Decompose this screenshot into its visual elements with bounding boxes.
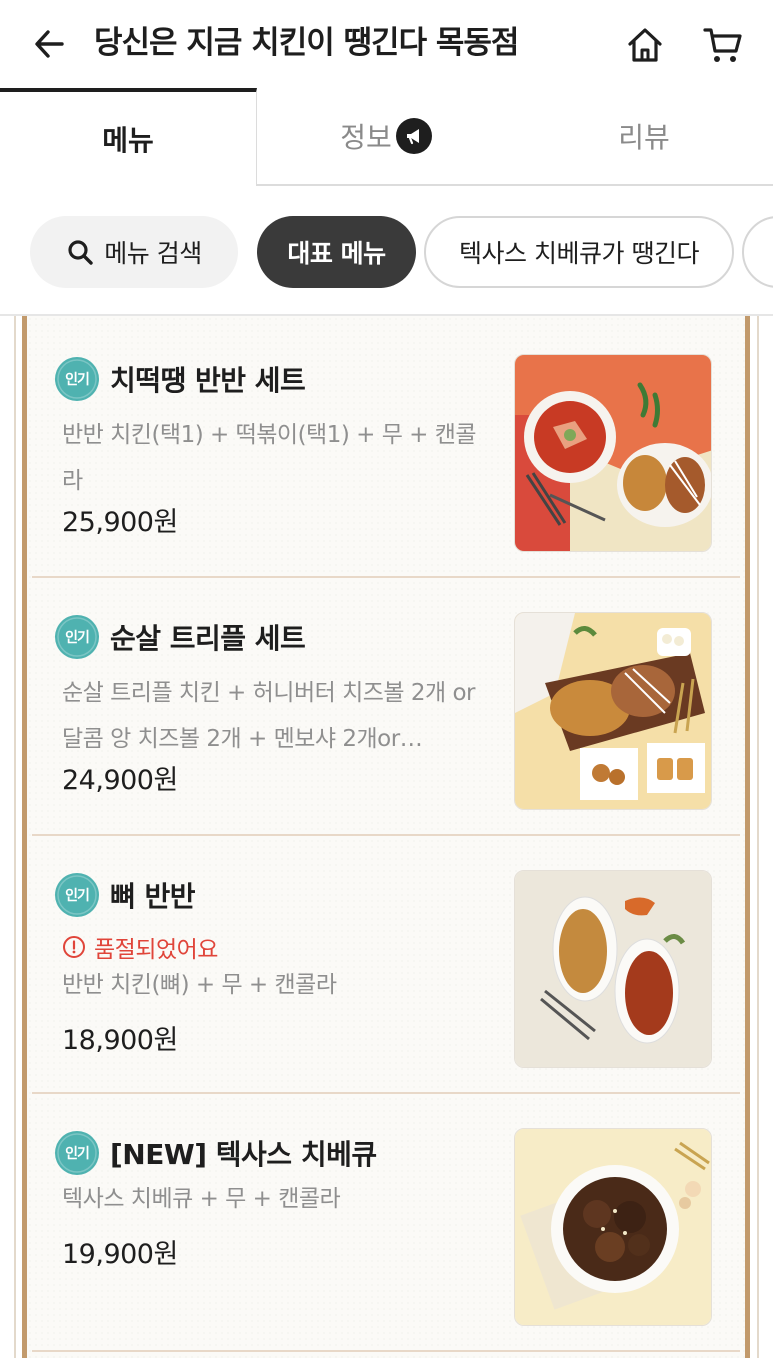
menu-item[interactable]: 인기 뼈 반반 품절되었어요 반반 치킨(뼈) + 무 + 캔콜라 18,900…: [32, 836, 740, 1094]
menu-item[interactable]: 인기 [NEW] 텍사스 치베큐 텍사스 치베큐 + 무 + 캔콜라 19,90…: [32, 1094, 740, 1352]
cart-button[interactable]: [700, 22, 746, 68]
popular-badge-label: 인기: [65, 888, 90, 904]
popular-badge: 인기: [54, 356, 100, 402]
tab-info-label: 정보: [340, 121, 392, 154]
item-price: 19,900원: [62, 1239, 178, 1270]
item-name: [NEW] 텍사스 치베큐: [110, 1138, 377, 1171]
app-header: 당신은 지금 치킨이 땡긴다 목동점: [0, 0, 773, 88]
soldout-label: 품절되었어요: [94, 937, 218, 963]
chip-texas-category[interactable]: 텍사스 치베큐가 땡긴다: [424, 216, 734, 288]
boneless-triple-set-photo: [514, 612, 712, 810]
item-price: 24,900원: [62, 765, 178, 796]
alert-circle-icon: [63, 936, 85, 958]
board-outer-line: [14, 316, 16, 1358]
tab-menu-label: 메뉴: [102, 124, 154, 157]
item-name-row: 인기 [NEW] 텍사스 치베큐: [54, 1130, 377, 1176]
popular-badge: 인기: [54, 614, 100, 660]
chip-representative-label: 대표 메뉴: [287, 239, 386, 268]
category-chip-bar: 메뉴 검색 대표 메뉴 텍사스 치베큐가 땡긴다: [0, 186, 773, 316]
soldout-notice: 품절되었어요: [62, 930, 218, 964]
board-outer-line: [757, 316, 759, 1358]
chicken-tteokbokki-set-photo: [514, 354, 712, 552]
arrow-left-icon: [35, 30, 64, 58]
item-name: 치떡땡 반반 세트: [110, 364, 306, 397]
megaphone-icon: [395, 118, 432, 154]
item-description: 반반 치킨(뼈) + 무 + 캔콜라: [62, 972, 337, 998]
store-title: 당신은 지금 치킨이 땡긴다 목동점: [94, 25, 519, 61]
item-description: 순살 트리플 치킨 + 허니버터 치즈볼 2개 or달콤 앙 치즈볼 2개 + …: [62, 680, 476, 752]
back-button[interactable]: [28, 22, 72, 66]
popular-badge-label: 인기: [65, 630, 90, 646]
popular-badge: 인기: [54, 1130, 100, 1176]
tab-bar: 메뉴 정보 리뷰: [0, 88, 773, 186]
cart-icon: [703, 28, 742, 62]
item-name: 순살 트리플 세트: [110, 622, 306, 655]
tab-menu[interactable]: 메뉴: [0, 88, 257, 186]
search-icon: [68, 240, 93, 265]
menu-search-chip[interactable]: 메뉴 검색: [30, 216, 238, 288]
item-price: 18,900원: [62, 1025, 178, 1056]
tab-info[interactable]: 정보: [257, 88, 515, 186]
popular-badge-label: 인기: [65, 372, 90, 388]
chip-representative-menu[interactable]: 대표 메뉴: [257, 216, 416, 288]
popular-badge-label: 인기: [65, 1146, 90, 1162]
menu-item-partial: [32, 1352, 740, 1358]
item-description: 반반 치킨(택1) + 떡볶이(택1) + 무 + 캔콜라: [62, 422, 477, 494]
home-icon: [628, 28, 662, 62]
chip-texas-label: 텍사스 치베큐가 땡긴다: [459, 239, 699, 268]
menu-item[interactable]: 인기 치떡땡 반반 세트 반반 치킨(택1) + 떡볶이(택1) + 무 + 캔…: [32, 320, 740, 578]
menu-item[interactable]: 인기 순살 트리플 세트 순살 트리플 치킨 + 허니버터 치즈볼 2개 or달…: [32, 578, 740, 836]
bone-half-half-photo: [514, 870, 712, 1068]
item-name-row: 인기 뼈 반반: [54, 872, 196, 918]
tab-review-label: 리뷰: [618, 121, 670, 154]
popular-badge: 인기: [54, 872, 100, 918]
texas-chibbq-photo: [514, 1128, 712, 1326]
item-description: 텍사스 치베큐 + 무 + 캔콜라: [62, 1186, 341, 1212]
item-name-row: 인기 순살 트리플 세트: [54, 614, 306, 660]
menu-search-label: 메뉴 검색: [104, 239, 202, 268]
item-name-row: 인기 치떡땡 반반 세트: [54, 356, 306, 402]
tab-review[interactable]: 리뷰: [515, 88, 773, 186]
item-name: 뼈 반반: [110, 880, 196, 913]
chip-next-category[interactable]: [742, 216, 773, 288]
home-button[interactable]: [622, 22, 668, 68]
item-price: 25,900원: [62, 507, 178, 538]
